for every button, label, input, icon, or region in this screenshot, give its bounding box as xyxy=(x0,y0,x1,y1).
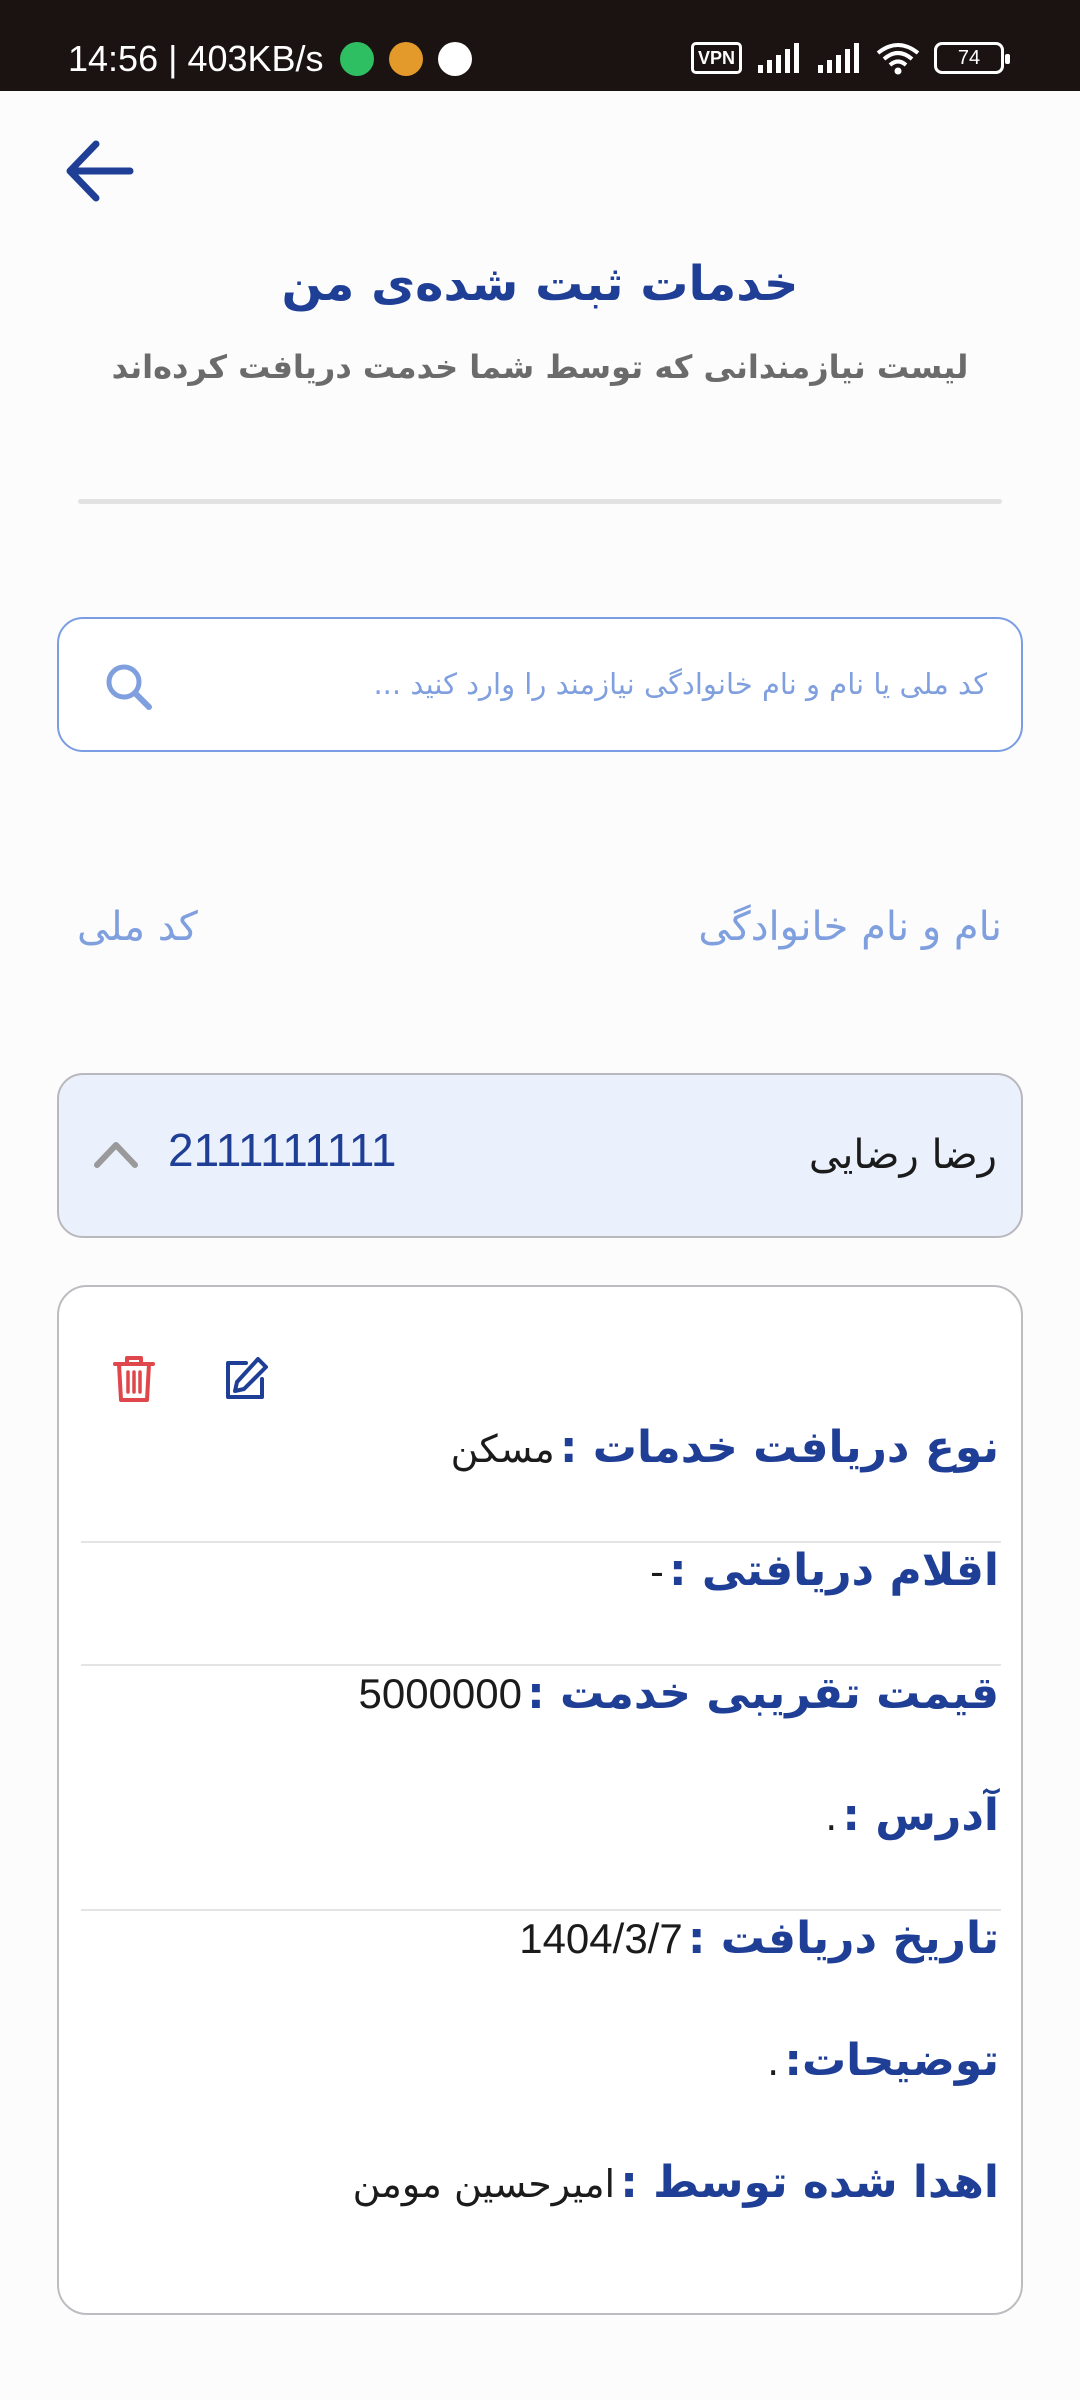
field-donated-by-label: اهدا شده توسط : xyxy=(620,2157,999,2208)
field-description-value: . xyxy=(767,2040,780,2084)
edit-icon[interactable] xyxy=(222,1355,270,1403)
vpn-indicator: VPN xyxy=(690,42,742,74)
field-description-label: توضیحات: xyxy=(784,2035,999,2086)
trash-icon[interactable] xyxy=(113,1354,155,1404)
search-icon[interactable] xyxy=(103,661,155,713)
record-row[interactable]: رضا رضایی 2111111111 xyxy=(57,1073,1023,1238)
shield-app-icon xyxy=(340,42,374,76)
record-details-card: نوع دریافت خدمات : مسکن اقلام دریافتی : … xyxy=(57,1285,1023,2315)
field-approx-price: قیمت تقریبی خدمت : 5000000 xyxy=(358,1659,999,1729)
battery-indicator: 74 xyxy=(934,42,1010,74)
field-address: آدرس : . xyxy=(825,1781,999,1851)
field-donated-by: اهدا شده توسط : امیرحسین مومن xyxy=(353,2148,999,2218)
search-placeholder[interactable]: کد ملی یا نام و نام خانوادگی نیازمند را … xyxy=(373,619,987,750)
field-received-items: اقلام دریافتی : - xyxy=(650,1536,999,1606)
field-receive-date-value: 1404/3/7 xyxy=(519,1915,683,1962)
record-name: رضا رضایی xyxy=(808,1132,997,1178)
field-approx-price-label: قیمت تقریبی خدمت : xyxy=(527,1668,999,1719)
search-field[interactable]: کد ملی یا نام و نام خانوادگی نیازمند را … xyxy=(57,617,1023,752)
column-header-name: نام و نام خانوادگی xyxy=(698,904,1002,950)
field-receive-date-label: تاریخ دریافت : xyxy=(687,1913,999,1964)
column-header-national-code: کد ملی xyxy=(77,904,198,950)
wifi-icon xyxy=(876,43,920,75)
field-received-items-label: اقلام دریافتی : xyxy=(668,1545,999,1596)
signal-icon xyxy=(758,43,799,73)
chevron-up-icon[interactable] xyxy=(91,1133,141,1173)
field-description: توضیحات: . xyxy=(767,2026,999,2096)
back-arrow-icon[interactable] xyxy=(64,138,134,204)
field-address-label: آدرس : xyxy=(842,1790,999,1841)
field-donated-by-value: امیرحسین مومن xyxy=(352,2162,616,2206)
record-national-code: 2111111111 xyxy=(168,1124,397,1176)
check-app-icon xyxy=(438,42,472,76)
field-approx-price-value: 5000000 xyxy=(358,1670,522,1717)
orange-app-icon xyxy=(389,42,423,76)
status-time-speed: 14:56 | 403KB/s xyxy=(68,38,324,79)
page-subtitle: لیست نیازمندانی که توسط شما خدمت دریافت … xyxy=(111,348,969,386)
page-title: خدمات ثبت شده‌ی من xyxy=(281,256,799,312)
field-address-value: . xyxy=(825,1795,838,1839)
field-service-type: نوع دریافت خدمات : مسکن xyxy=(451,1413,999,1483)
field-service-type-value: مسکن xyxy=(450,1427,555,1471)
status-bar: 14:56 | 403KB/s VPN 74 xyxy=(0,0,1080,91)
field-service-type-label: نوع دریافت خدمات : xyxy=(559,1422,999,1473)
field-receive-date: تاریخ دریافت : 1404/3/7 xyxy=(519,1904,999,1974)
signal-icon-2 xyxy=(818,43,859,73)
field-received-items-value: - xyxy=(650,1550,664,1594)
header-divider xyxy=(78,499,1002,504)
